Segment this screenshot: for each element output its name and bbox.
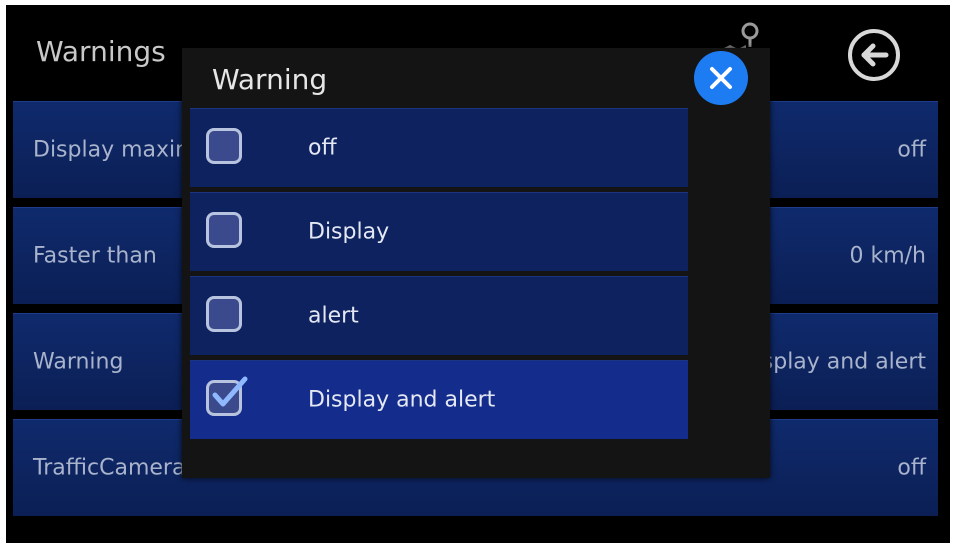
setting-label: Warning — [33, 349, 124, 375]
dialog-title: Warning — [212, 63, 328, 96]
checkbox-checked[interactable] — [206, 376, 248, 416]
setting-value: off — [897, 455, 926, 481]
option-alert[interactable]: alert — [190, 276, 688, 355]
option-label: Display — [308, 219, 390, 245]
back-arrow-icon — [848, 29, 900, 81]
close-icon — [710, 67, 732, 89]
setting-value: off — [897, 137, 926, 163]
option-display-and-alert[interactable]: Display and alert — [190, 360, 688, 439]
close-button[interactable] — [694, 51, 748, 105]
option-label: alert — [308, 303, 359, 329]
option-label: Display and alert — [308, 387, 496, 413]
checkbox[interactable] — [206, 212, 242, 248]
option-display[interactable]: Display — [190, 192, 688, 271]
back-button[interactable] — [846, 27, 902, 83]
checkbox[interactable] — [206, 128, 242, 164]
option-off[interactable]: off — [190, 108, 688, 187]
warnings-screen: Warnings Display maximum speed off Faste… — [6, 5, 950, 543]
setting-label: Faster than — [33, 243, 157, 269]
checkmark-icon — [212, 376, 248, 407]
setting-label: TrafficCamera — [33, 455, 186, 481]
page-title: Warnings — [36, 35, 166, 68]
checkbox[interactable] — [206, 296, 242, 332]
warning-dialog: Warning off Display alert Display and al… — [182, 48, 770, 478]
option-label: off — [308, 135, 337, 161]
setting-value: 0 km/h — [849, 243, 926, 269]
